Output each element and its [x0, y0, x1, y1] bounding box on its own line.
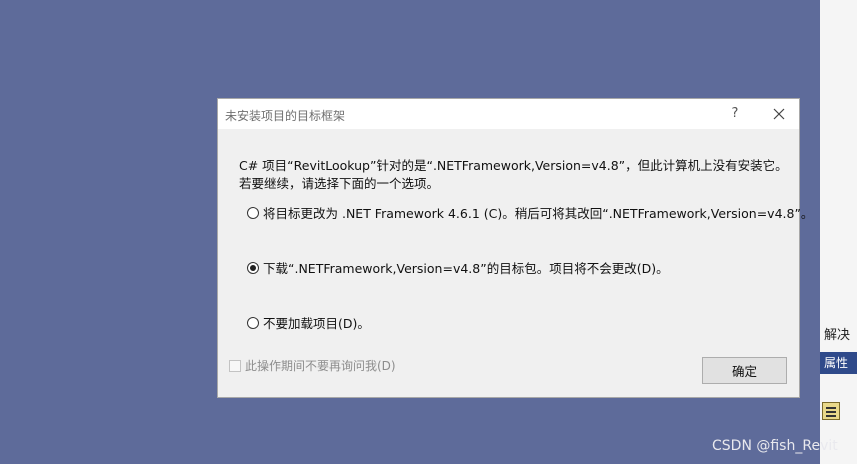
- ide-side-panel: [820, 0, 857, 464]
- dont-ask-again-label: 此操作期间不要再询问我(D): [245, 359, 396, 373]
- ok-button[interactable]: 确定: [702, 357, 787, 384]
- option-do-not-load-label: 不要加载项目(D)。: [263, 316, 370, 331]
- radio-download-pack[interactable]: [247, 261, 259, 274]
- dialog-titlebar: 未安装项目的目标框架 ?: [218, 99, 799, 129]
- dialog-message: C# 项目“RevitLookup”针对的是“.NETFramework,Ver…: [239, 158, 788, 191]
- target-framework-dialog: 未安装项目的目标框架 ? C# 项目“RevitLookup”针对的是“.NET…: [217, 98, 813, 398]
- option-download-pack[interactable]: 下载“.NETFramework,Version=v4.8”的目标包。项目将不会…: [247, 258, 669, 277]
- option-retarget[interactable]: 将目标更改为 .NET Framework 4.6.1 (C)。稍后可将其改回“…: [247, 203, 813, 222]
- close-icon: [773, 108, 785, 120]
- option-download-pack-label: 下载“.NETFramework,Version=v4.8”的目标包。项目将不会…: [263, 261, 669, 276]
- dont-ask-again-checkbox[interactable]: [229, 359, 241, 372]
- help-button[interactable]: ?: [723, 102, 747, 126]
- option-retarget-label: 将目标更改为 .NET Framework 4.6.1 (C)。稍后可将其改回“…: [263, 206, 814, 221]
- properties-header[interactable]: 属性: [820, 352, 857, 374]
- properties-list-icon[interactable]: [822, 402, 840, 420]
- solution-explorer-label[interactable]: 解决: [824, 324, 850, 343]
- close-button[interactable]: [767, 102, 791, 126]
- option-do-not-load[interactable]: 不要加载项目(D)。: [247, 313, 370, 332]
- dialog-title: 未安装项目的目标框架: [225, 109, 346, 123]
- watermark: CSDN @fish_Revit: [712, 438, 838, 454]
- radio-retarget[interactable]: [247, 206, 259, 219]
- radio-do-not-load[interactable]: [247, 316, 259, 329]
- dont-ask-again-row[interactable]: 此操作期间不要再询问我(D): [229, 357, 396, 374]
